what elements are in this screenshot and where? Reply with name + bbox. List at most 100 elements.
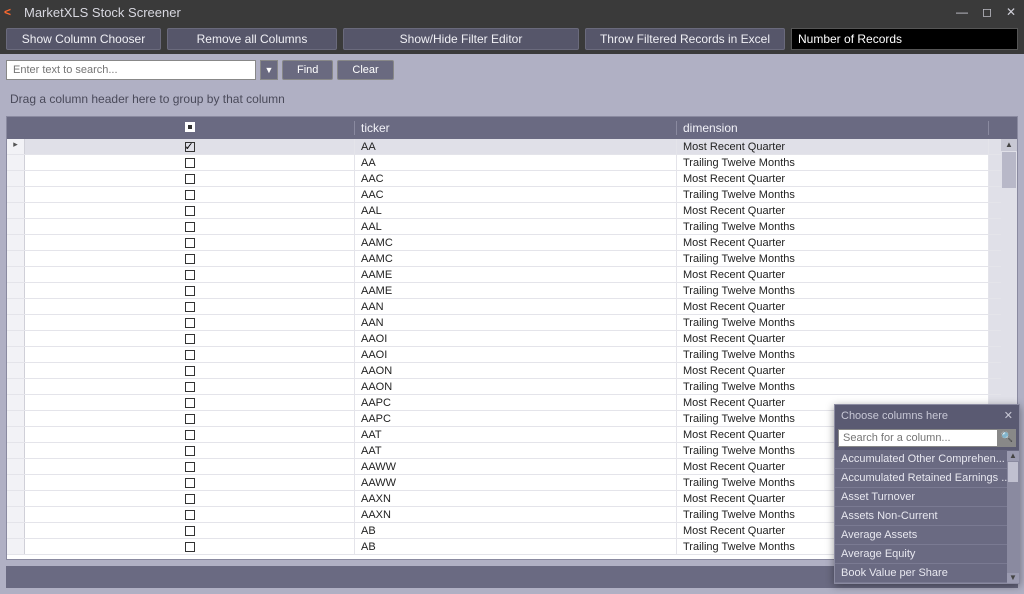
table-row[interactable]: AAMCMost Recent Quarter [7, 235, 1017, 251]
ticker-cell[interactable]: AAPC [355, 395, 677, 410]
row-checkbox-cell[interactable] [25, 379, 355, 394]
minimize-button[interactable]: — [952, 5, 972, 19]
scroll-up-icon[interactable]: ▲ [1001, 139, 1017, 151]
column-chooser-item[interactable]: Accumulated Retained Earnings ... [835, 469, 1019, 488]
table-row[interactable]: AAMCTrailing Twelve Months [7, 251, 1017, 267]
checkbox-icon[interactable] [185, 366, 195, 376]
table-row[interactable]: AAMEMost Recent Quarter [7, 267, 1017, 283]
column-chooser-close-icon[interactable]: ✕ [1004, 409, 1013, 422]
show-column-chooser-button[interactable]: Show Column Chooser [6, 28, 161, 50]
ticker-cell[interactable]: AAN [355, 299, 677, 314]
checkbox-icon[interactable] [185, 270, 195, 280]
checkbox-icon[interactable] [185, 414, 195, 424]
ticker-cell[interactable]: AAON [355, 379, 677, 394]
ticker-cell[interactable]: AAT [355, 427, 677, 442]
number-of-records-field[interactable]: Number of Records [791, 28, 1018, 50]
dimension-cell[interactable]: Most Recent Quarter [677, 171, 989, 186]
checkbox-icon[interactable] [185, 526, 195, 536]
checkbox-icon[interactable] [185, 478, 195, 488]
ticker-cell[interactable]: AAPC [355, 411, 677, 426]
checkbox-icon[interactable] [185, 446, 195, 456]
ticker-cell[interactable]: AAL [355, 219, 677, 234]
row-checkbox-cell[interactable] [25, 539, 355, 554]
row-checkbox-cell[interactable] [25, 139, 355, 154]
checkbox-icon[interactable] [185, 462, 195, 472]
ticker-cell[interactable]: AB [355, 539, 677, 554]
row-checkbox-cell[interactable] [25, 219, 355, 234]
column-chooser-item[interactable]: Assets Non-Current [835, 507, 1019, 526]
column-chooser-item[interactable]: Asset Turnover [835, 488, 1019, 507]
table-row[interactable]: ▸AAMost Recent Quarter [7, 139, 1017, 155]
row-checkbox-cell[interactable] [25, 523, 355, 538]
table-row[interactable]: AALMost Recent Quarter [7, 203, 1017, 219]
row-checkbox-cell[interactable] [25, 347, 355, 362]
table-row[interactable]: AAMETrailing Twelve Months [7, 283, 1017, 299]
throw-filtered-button[interactable]: Throw Filtered Records in Excel [585, 28, 785, 50]
column-chooser-search-icon[interactable]: 🔍 [998, 429, 1016, 447]
dimension-cell[interactable]: Most Recent Quarter [677, 203, 989, 218]
search-input[interactable] [6, 60, 256, 80]
cc-scrollbar-thumb[interactable] [1008, 462, 1018, 482]
dimension-cell[interactable]: Most Recent Quarter [677, 139, 989, 154]
table-row[interactable]: AANMost Recent Quarter [7, 299, 1017, 315]
checkbox-icon[interactable] [185, 286, 195, 296]
checkbox-icon[interactable] [185, 510, 195, 520]
dimension-cell[interactable]: Trailing Twelve Months [677, 315, 989, 330]
column-chooser-search-input[interactable] [838, 429, 998, 447]
dimension-cell[interactable]: Trailing Twelve Months [677, 283, 989, 298]
ticker-cell[interactable]: AAME [355, 267, 677, 282]
table-row[interactable]: AALTrailing Twelve Months [7, 219, 1017, 235]
clear-button[interactable]: Clear [337, 60, 393, 80]
search-dropdown-icon[interactable]: ▼ [260, 60, 278, 80]
dimension-cell[interactable]: Trailing Twelve Months [677, 347, 989, 362]
checkbox-icon[interactable] [185, 430, 195, 440]
dimension-cell[interactable]: Most Recent Quarter [677, 299, 989, 314]
row-checkbox-cell[interactable] [25, 283, 355, 298]
table-row[interactable]: AACTrailing Twelve Months [7, 187, 1017, 203]
dimension-cell[interactable]: Trailing Twelve Months [677, 155, 989, 170]
dimension-cell[interactable]: Trailing Twelve Months [677, 251, 989, 266]
checkbox-icon[interactable] [185, 542, 195, 552]
row-checkbox-cell[interactable] [25, 187, 355, 202]
table-row[interactable]: AACMost Recent Quarter [7, 171, 1017, 187]
column-chooser-item[interactable]: Average Equity [835, 545, 1019, 564]
dimension-cell[interactable]: Trailing Twelve Months [677, 187, 989, 202]
header-checkbox[interactable] [25, 121, 355, 135]
checkbox-icon[interactable] [185, 158, 195, 168]
ticker-cell[interactable]: AAN [355, 315, 677, 330]
checkbox-icon[interactable] [185, 238, 195, 248]
ticker-cell[interactable]: AAOI [355, 331, 677, 346]
row-checkbox-cell[interactable] [25, 315, 355, 330]
column-chooser-scrollbar[interactable]: ▲ ▼ [1007, 451, 1019, 583]
checkbox-icon[interactable] [185, 350, 195, 360]
row-checkbox-cell[interactable] [25, 411, 355, 426]
table-row[interactable]: AAONMost Recent Quarter [7, 363, 1017, 379]
ticker-cell[interactable]: AB [355, 523, 677, 538]
column-chooser-header[interactable]: Choose columns here ✕ [835, 405, 1019, 426]
checkbox-icon[interactable] [185, 142, 195, 152]
ticker-cell[interactable]: AAWW [355, 459, 677, 474]
row-checkbox-cell[interactable] [25, 251, 355, 266]
row-checkbox-cell[interactable] [25, 459, 355, 474]
dimension-cell[interactable]: Most Recent Quarter [677, 363, 989, 378]
row-checkbox-cell[interactable] [25, 299, 355, 314]
table-row[interactable]: AAONTrailing Twelve Months [7, 379, 1017, 395]
row-checkbox-cell[interactable] [25, 267, 355, 282]
dimension-cell[interactable]: Most Recent Quarter [677, 235, 989, 250]
row-checkbox-cell[interactable] [25, 427, 355, 442]
scrollbar-thumb[interactable] [1002, 152, 1016, 188]
checkbox-icon[interactable] [185, 398, 195, 408]
table-row[interactable]: AANTrailing Twelve Months [7, 315, 1017, 331]
checkbox-icon[interactable] [185, 494, 195, 504]
header-dimension[interactable]: dimension [677, 121, 989, 135]
row-checkbox-cell[interactable] [25, 475, 355, 490]
ticker-cell[interactable]: AAWW [355, 475, 677, 490]
cc-scrollbar-track[interactable] [1007, 483, 1019, 573]
ticker-cell[interactable]: AAMC [355, 235, 677, 250]
ticker-cell[interactable]: AAXN [355, 507, 677, 522]
ticker-cell[interactable]: AAON [355, 363, 677, 378]
row-checkbox-cell[interactable] [25, 171, 355, 186]
checkbox-icon[interactable] [185, 190, 195, 200]
table-row[interactable]: AATrailing Twelve Months [7, 155, 1017, 171]
checkbox-icon[interactable] [185, 174, 195, 184]
